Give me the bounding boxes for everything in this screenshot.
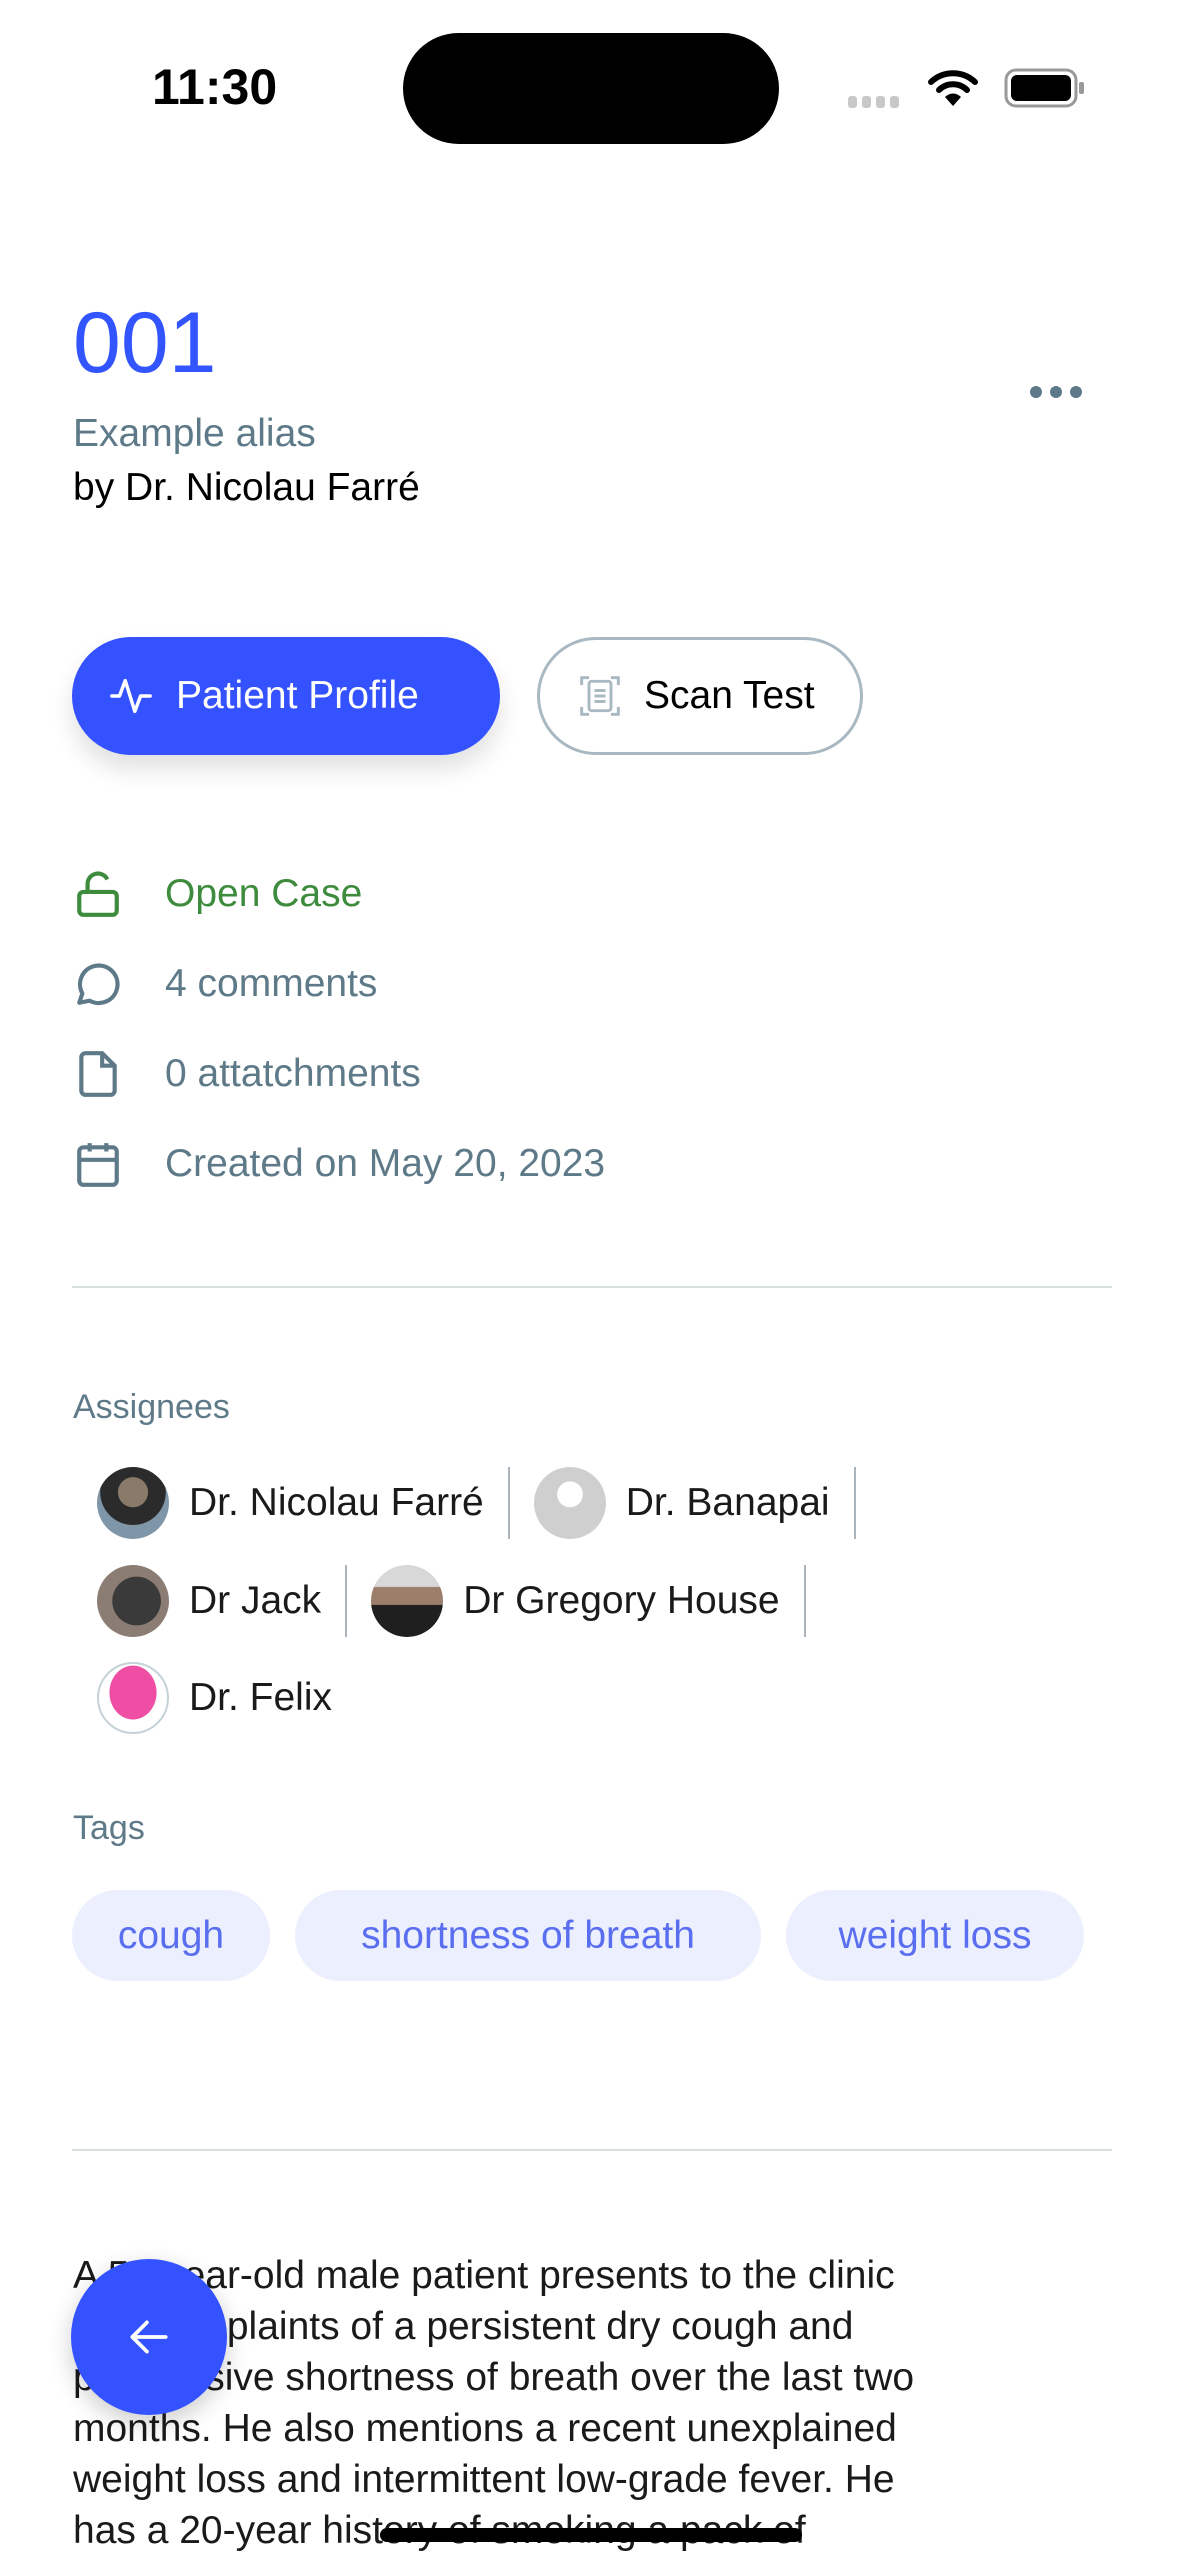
case-status: Open Case — [73, 869, 362, 919]
separator — [853, 1467, 856, 1539]
assignee[interactable]: Dr. Nicolau Farré — [97, 1467, 484, 1539]
patient-profile-button[interactable]: Patient Profile — [72, 637, 500, 755]
assignees-label: Assignees — [73, 1388, 230, 1426]
comments-text: 4 comments — [165, 962, 378, 1005]
file-icon — [79, 1051, 117, 1097]
assignee[interactable]: Dr Jack — [97, 1565, 321, 1637]
tags-label: Tags — [73, 1809, 145, 1847]
status-time: 11:30 — [152, 59, 278, 115]
avatar — [97, 1467, 169, 1539]
avatar — [371, 1565, 444, 1637]
assignee-name: Dr. Felix — [189, 1676, 333, 1719]
tag-chip[interactable]: weight loss — [786, 1890, 1084, 1981]
tag-chip[interactable]: cough — [72, 1890, 270, 1981]
activity-icon — [110, 678, 152, 714]
assignee-name: Dr. Banapai — [625, 1481, 830, 1524]
comments-count[interactable]: 4 comments — [73, 959, 377, 1009]
patient-profile-label: Patient Profile — [176, 674, 419, 717]
scan-document-icon — [580, 676, 620, 716]
assignee[interactable]: Dr. Banapai — [533, 1467, 830, 1539]
tag-chip[interactable]: shortness of breath — [295, 1890, 761, 1981]
avatar — [533, 1467, 606, 1539]
ellipsis-icon — [1030, 386, 1042, 398]
case-number: 001 — [73, 295, 217, 391]
attachments-text: 0 attatchments — [165, 1052, 421, 1095]
separator — [507, 1467, 510, 1539]
assignee-row: Dr. Nicolau Farré Dr. Banapai — [97, 1467, 880, 1539]
divider — [72, 2149, 1112, 2151]
cellular-signal-icon — [848, 96, 899, 108]
scan-test-label: Scan Test — [644, 674, 815, 717]
case-alias: Example alias — [73, 412, 316, 455]
separator — [345, 1565, 348, 1637]
assignee[interactable]: Dr Gregory House — [371, 1565, 780, 1637]
wifi-icon — [928, 70, 978, 106]
created-date: Created on May 20, 2023 — [73, 1139, 605, 1189]
assignee-name: Dr. Nicolau Farré — [189, 1481, 484, 1524]
comment-icon — [77, 963, 120, 1006]
dynamic-island — [403, 33, 779, 144]
separator — [803, 1565, 806, 1637]
attachments-count[interactable]: 0 attatchments — [73, 1049, 421, 1099]
unlock-icon — [77, 871, 119, 917]
home-indicator[interactable] — [380, 2528, 802, 2542]
case-status-text: Open Case — [165, 872, 363, 915]
battery-icon — [1004, 68, 1084, 108]
arrow-left-icon — [130, 2320, 168, 2354]
assignee-row: Dr Jack Dr Gregory House — [97, 1565, 830, 1637]
description-line: months. He also mentions a recent unexpl… — [73, 2407, 897, 2450]
description-line: weight loss and intermittent low-grade f… — [73, 2458, 895, 2501]
calendar-icon — [77, 1143, 119, 1187]
assignee-name: Dr Gregory House — [463, 1579, 780, 1622]
created-text: Created on May 20, 2023 — [165, 1142, 606, 1185]
assignee-row: Dr. Felix — [97, 1662, 332, 1734]
back-button[interactable] — [71, 2259, 227, 2415]
more-options-button[interactable] — [1030, 386, 1082, 398]
assignee-name: Dr Jack — [189, 1579, 322, 1622]
avatar — [97, 1565, 169, 1637]
scan-test-button[interactable]: Scan Test — [537, 637, 863, 755]
assignee[interactable]: Dr. Felix — [97, 1662, 332, 1734]
case-author: by Dr. Nicolau Farré — [73, 466, 420, 509]
avatar — [97, 1662, 169, 1734]
divider — [72, 1286, 1112, 1288]
